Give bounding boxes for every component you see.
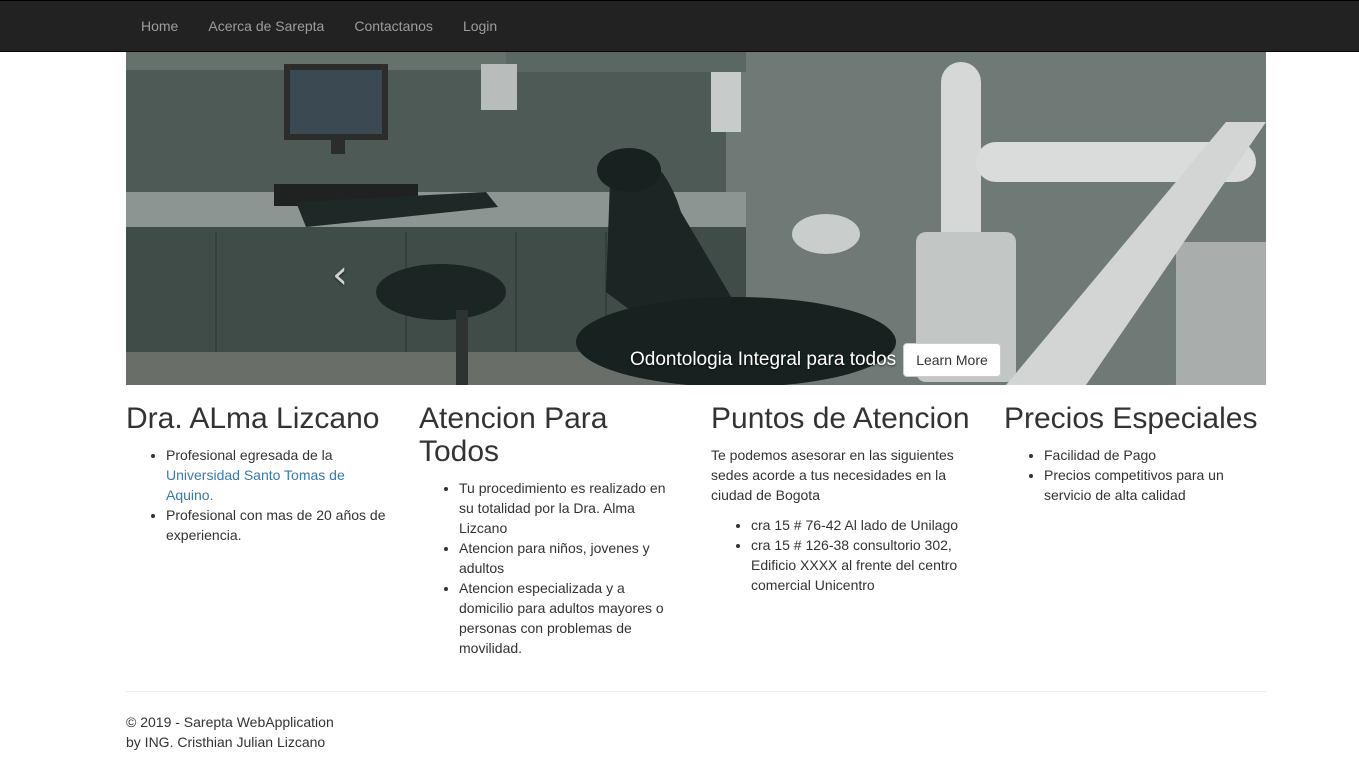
column-list: Tu procedimiento es realizado en su tota… <box>419 478 681 658</box>
footer-divider <box>126 691 1266 692</box>
column-atencion: Atencion Para Todos Tu procedimiento es … <box>419 402 681 658</box>
list-item: cra 15 # 126-38 consultorio 302, Edifici… <box>751 535 973 595</box>
footer: © 2019 - Sarepta WebApplication by ING. … <box>126 712 334 752</box>
list-item: Facilidad de Pago <box>1044 445 1266 465</box>
column-puntos: Puntos de Atencion Te podemos asesorar e… <box>711 402 973 595</box>
column-doctor: Dra. ALma Lizcano Profesional egresada d… <box>126 402 388 545</box>
column-heading: Precios Especiales <box>1004 402 1258 435</box>
footer-copyright: © 2019 - Sarepta WebApplication <box>126 714 334 730</box>
university-link[interactable]: Universidad Santo Tomas de Aquino. <box>166 467 345 503</box>
column-precios: Precios Especiales Facilidad de Pago Pre… <box>1004 402 1266 505</box>
list-item: Precios competitivos para un servicio de… <box>1044 465 1266 505</box>
column-list: cra 15 # 76-42 Al lado de Unilago cra 15… <box>711 515 973 595</box>
column-list: Profesional egresada de la Universidad S… <box>126 445 388 545</box>
nav-contactanos[interactable]: Contactanos <box>339 1 448 52</box>
list-item: Tu procedimiento es realizado en su tota… <box>459 478 681 538</box>
nav-login[interactable]: Login <box>448 1 512 52</box>
list-item: Atencion especializada y a domicilio par… <box>459 578 681 658</box>
list-item: Profesional egresada de la Universidad S… <box>166 445 388 505</box>
top-navbar: Home Acerca de Sarepta Contactanos Login <box>0 0 1359 52</box>
column-intro: Te podemos asesorar en las siguientes se… <box>711 447 954 503</box>
nav-acerca[interactable]: Acerca de Sarepta <box>193 1 339 52</box>
nav-home[interactable]: Home <box>126 1 193 52</box>
hero-carousel: ‹ › Odontologia Integral para todos Lear… <box>126 52 1266 385</box>
footer-author: by ING. Cristhian Julian Lizcano <box>126 734 326 750</box>
carousel-caption: Odontologia Integral para todos Learn Mo… <box>630 343 1001 377</box>
list-item: Profesional con mas de 20 años de experi… <box>166 505 388 545</box>
column-list: Facilidad de Pago Precios competitivos p… <box>1004 445 1266 505</box>
column-heading: Dra. ALma Lizcano <box>126 402 380 435</box>
list-item: Atencion para niños, jovenes y adultos <box>459 538 681 578</box>
carousel-prev-icon[interactable]: ‹ <box>320 255 360 295</box>
carousel-caption-text: Odontologia Integral para todos <box>630 349 897 370</box>
carousel-slide-image <box>126 52 1266 385</box>
column-heading: Puntos de Atencion <box>711 402 970 435</box>
main-nav: Home Acerca de Sarepta Contactanos Login <box>126 1 512 52</box>
list-item: cra 15 # 76-42 Al lado de Unilago <box>751 515 973 535</box>
column-heading: Atencion Para Todos <box>419 402 608 468</box>
learn-more-button[interactable]: Learn More <box>903 343 1001 377</box>
